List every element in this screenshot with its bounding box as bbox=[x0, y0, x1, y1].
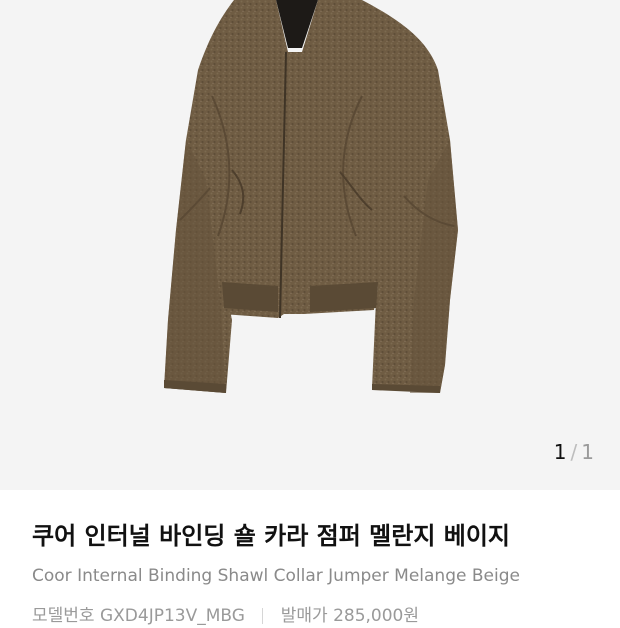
product-title-korean: 쿠어 인터널 바인딩 숄 카라 점퍼 멜란지 베이지 bbox=[32, 522, 511, 550]
pager-separator: / bbox=[570, 440, 578, 464]
image-pager: 1/1 bbox=[554, 440, 594, 464]
model-number-label: 모델번호 bbox=[32, 606, 95, 626]
jacket-product-image bbox=[164, 0, 458, 393]
release-price-label: 발매가 bbox=[280, 606, 328, 626]
product-info: 쿠어 인터널 바인딩 숄 카라 점퍼 멜란지 베이지 Coor Internal… bbox=[0, 490, 620, 626]
product-meta: 모델번호 GXD4JP13V_MBG 발매가 285,000원 bbox=[32, 604, 419, 628]
model-number: GXD4JP13V_MBG bbox=[99, 606, 245, 626]
product-image-gallery[interactable]: 1/1 bbox=[0, 0, 620, 490]
pager-total: 1 bbox=[581, 440, 594, 464]
meta-divider bbox=[262, 608, 264, 624]
product-title-english: Coor Internal Binding Shawl Collar Jumpe… bbox=[32, 566, 520, 586]
pager-current: 1 bbox=[553, 440, 567, 464]
release-price: 285,000원 bbox=[333, 606, 420, 626]
